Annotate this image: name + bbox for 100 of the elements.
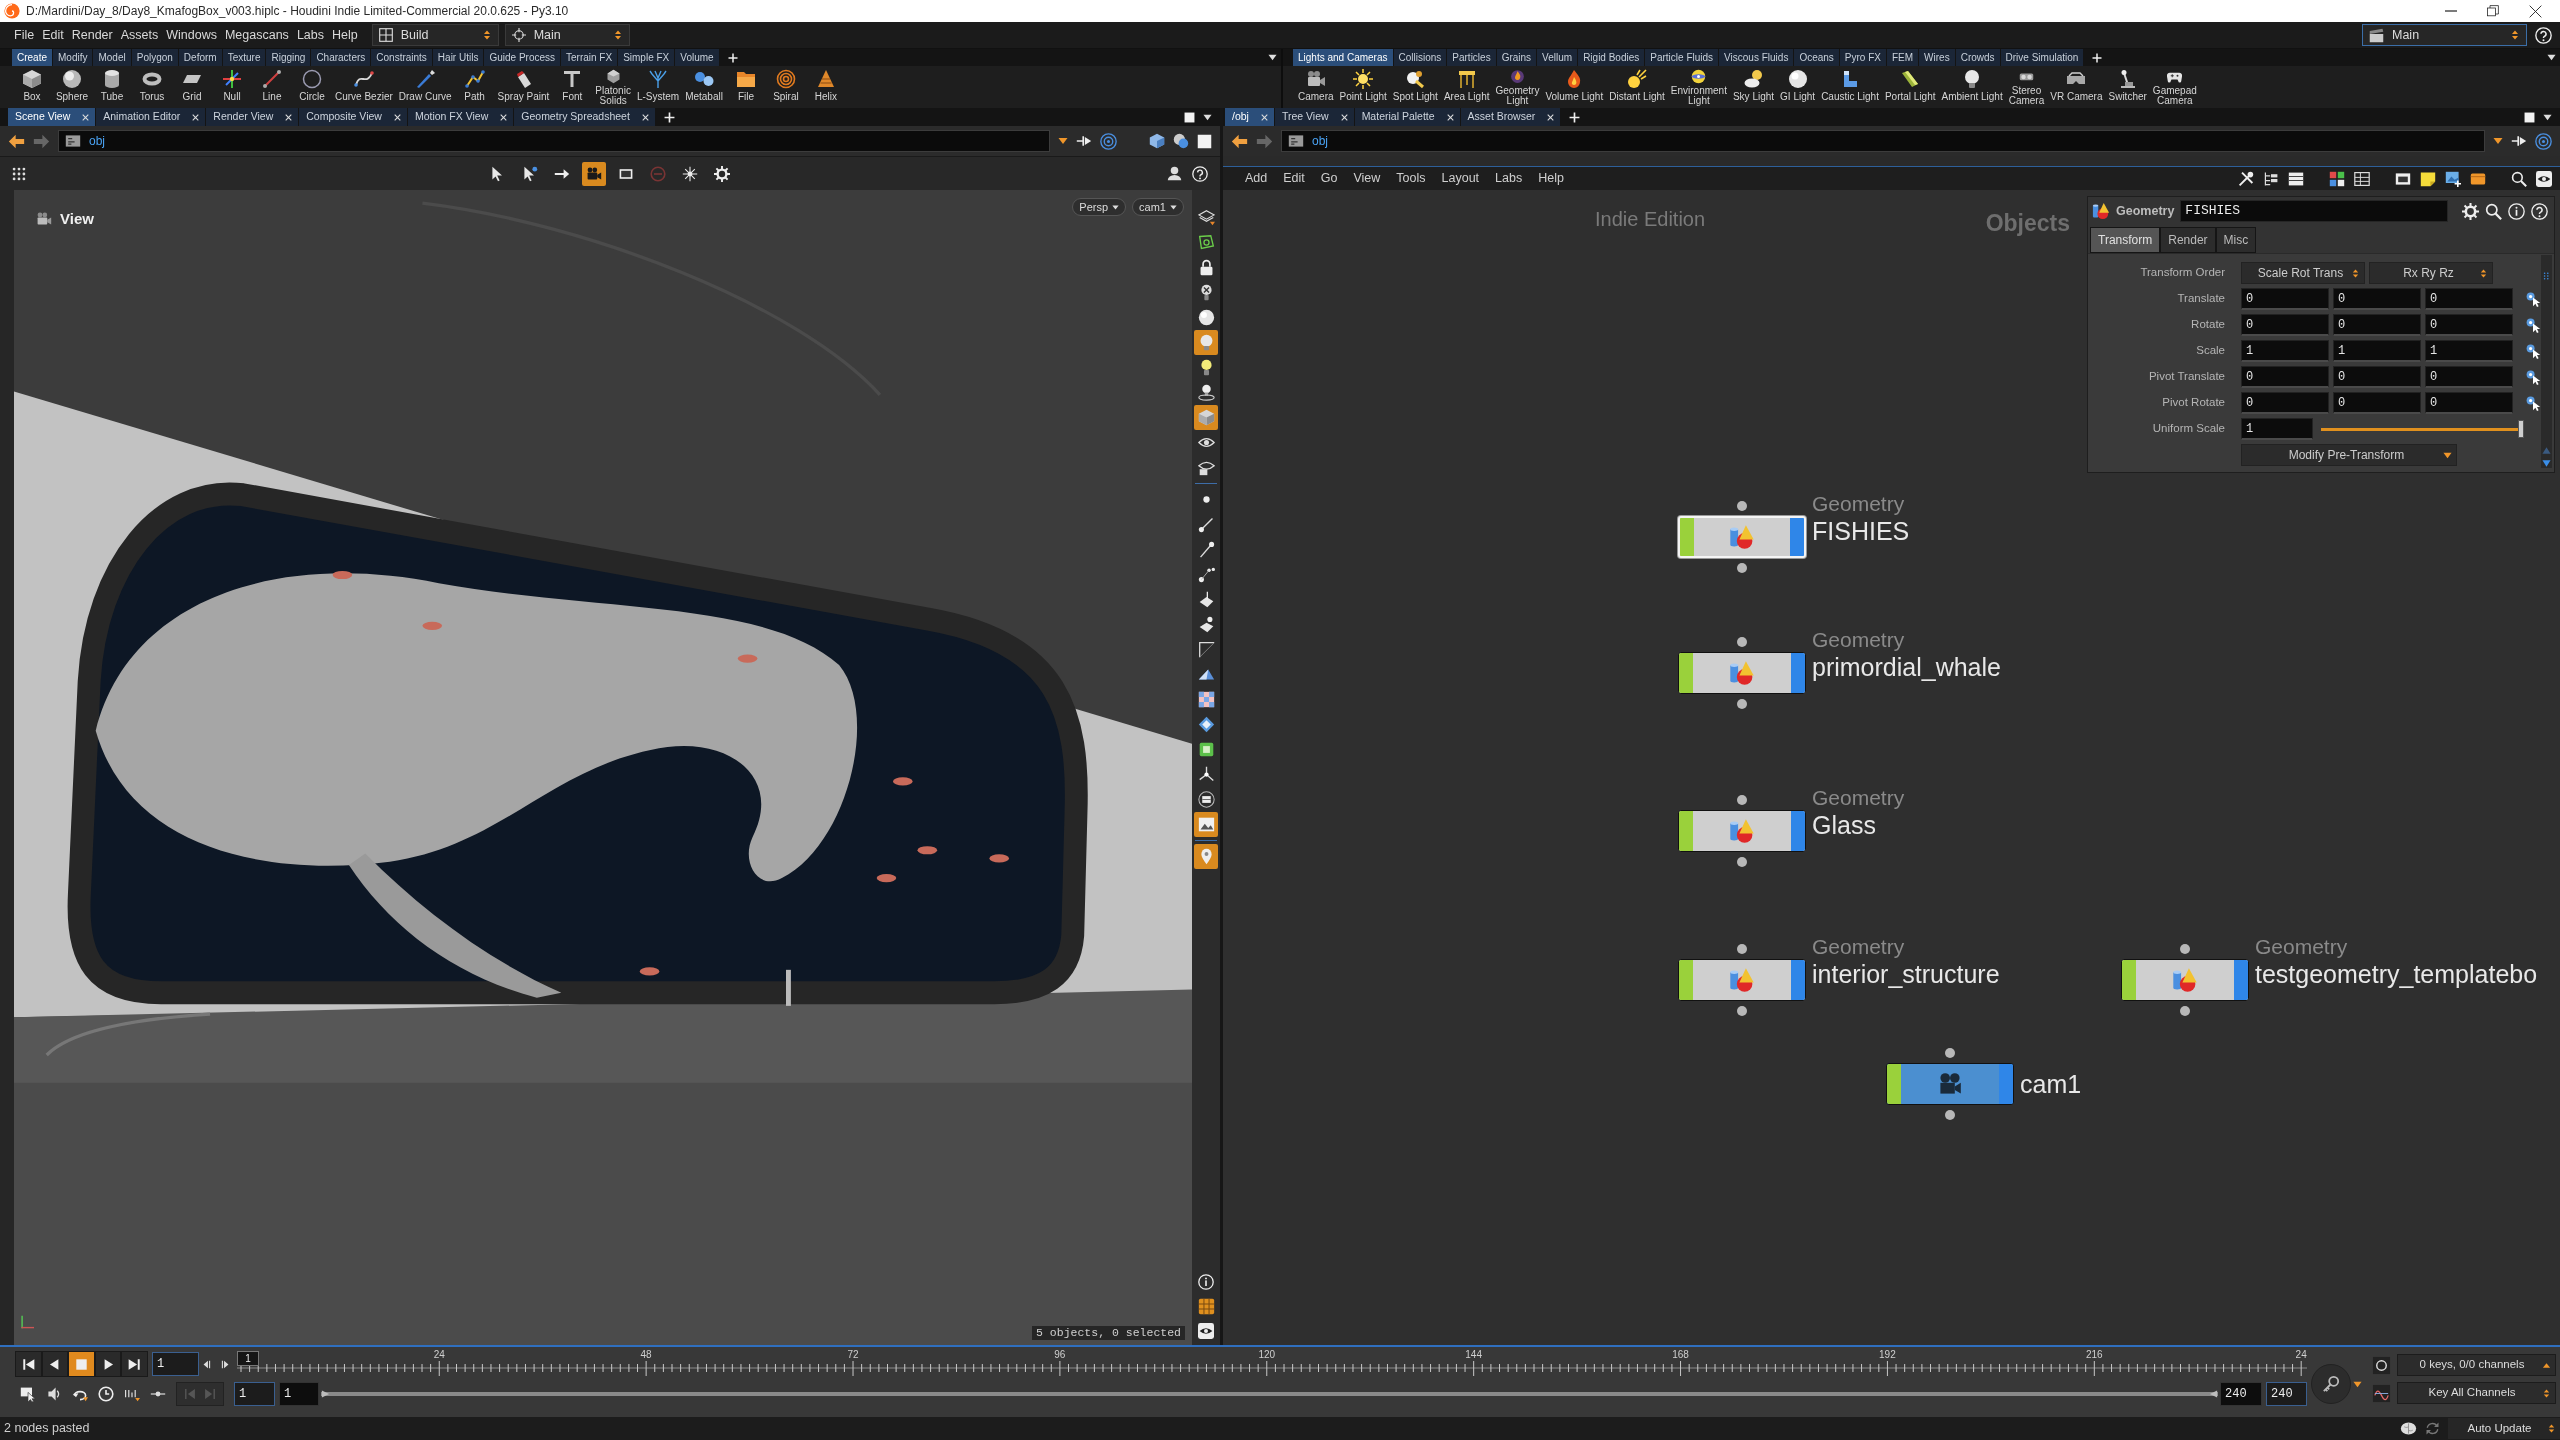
cursor-icon[interactable] <box>2525 317 2541 333</box>
shelf-tab[interactable]: Deform <box>178 49 222 66</box>
output-connector[interactable] <box>1945 1110 1955 1120</box>
close-icon[interactable] <box>2529 4 2542 18</box>
input-connector[interactable] <box>1945 1048 1955 1058</box>
output-connector[interactable] <box>2180 1006 2190 1016</box>
refresh-icon[interactable] <box>2425 1421 2440 1436</box>
cube-icon[interactable] <box>1149 133 1165 149</box>
cursor-icon[interactable] <box>2525 369 2541 385</box>
caret-icon[interactable] <box>2493 136 2503 146</box>
parameter-field[interactable]: 0 <box>2241 392 2329 414</box>
menu-item[interactable]: Edit <box>38 25 68 45</box>
plus-icon[interactable] <box>727 52 738 63</box>
parameter-field[interactable]: 0 <box>2241 314 2329 336</box>
node-name-field[interactable]: FISHIES <box>2180 200 2448 222</box>
shelf-tab[interactable]: Particles <box>1447 49 1496 66</box>
parameter-field[interactable]: 0 <box>2333 392 2421 414</box>
shelf-tool[interactable]: Gamepad Camera <box>2149 69 2200 105</box>
shelf-tool[interactable]: Portal Light <box>1881 69 1939 102</box>
help-icon[interactable] <box>2535 26 2552 44</box>
info-icon[interactable] <box>1198 1274 1214 1290</box>
range-handle[interactable] <box>321 1388 330 1400</box>
parameter-field[interactable]: 0 <box>2333 366 2421 388</box>
shelf-tab[interactable]: Characters <box>311 49 371 66</box>
square-icon[interactable] <box>1197 133 1212 149</box>
playback-button[interactable] <box>41 1351 69 1377</box>
shelf-tool[interactable]: Point Light <box>1336 69 1390 102</box>
shelf-tab[interactable]: Texture <box>222 49 266 66</box>
shelf-tab[interactable]: Modify <box>53 49 93 66</box>
parameter-field[interactable]: 1 <box>2241 418 2313 440</box>
plus-icon[interactable] <box>663 111 675 123</box>
cursor-icon[interactable] <box>2525 395 2541 411</box>
caret-icon[interactable] <box>1268 53 1277 62</box>
cursor-icon[interactable] <box>2525 343 2541 359</box>
pane-tab[interactable]: Composite View <box>299 108 407 126</box>
shelf-tab[interactable]: Create <box>12 49 52 66</box>
shelf-tab[interactable]: Viscous Fluids <box>1719 49 1794 66</box>
speaker-icon[interactable] <box>46 1386 62 1402</box>
output-connector[interactable] <box>1737 857 1747 867</box>
timeline-ruler[interactable]: 1 24 48 72 96 120 144 168 192 216 24 <box>236 1351 2307 1377</box>
key-mode-dropdown[interactable]: Key All Channels <box>2397 1382 2556 1404</box>
layout-dropdown[interactable]: Main <box>504 24 630 46</box>
shelf-tab[interactable]: Polygon <box>131 49 178 66</box>
layout-dropdown[interactable]: Main <box>2362 24 2527 46</box>
grid-icon[interactable] <box>1197 1298 1215 1315</box>
target-icon[interactable] <box>1100 132 1117 150</box>
node-flag[interactable] <box>2122 960 2136 1000</box>
path-field[interactable]: obj <box>58 130 1050 152</box>
camera-menu[interactable]: cam1 <box>1132 198 1184 216</box>
parameter-field[interactable]: 0 <box>2425 392 2513 414</box>
eye-icon[interactable] <box>2536 170 2552 187</box>
playback-button[interactable] <box>15 1351 42 1377</box>
shelf-tool[interactable]: Null <box>212 69 252 102</box>
network-node[interactable] <box>2121 959 2249 1001</box>
forward-icon[interactable] <box>33 132 50 150</box>
parameter-field[interactable]: 1 <box>2241 340 2329 362</box>
pane-tab[interactable]: /obj <box>1225 108 1274 126</box>
parameter-field[interactable]: 0 <box>2241 288 2329 310</box>
search-icon[interactable] <box>2511 170 2527 187</box>
node-flag[interactable] <box>1680 518 1694 556</box>
output-connector[interactable] <box>1737 699 1747 709</box>
input-connector[interactable] <box>1737 501 1747 511</box>
shelf-tool[interactable]: Grid <box>172 69 212 102</box>
desktop-dropdown[interactable]: Build <box>371 24 499 46</box>
shelf-tool[interactable]: Sky Light <box>1729 69 1778 102</box>
square-icon[interactable] <box>1184 111 1195 123</box>
shelf-tool[interactable]: Caustic Light <box>1818 69 1882 102</box>
shelf-tab[interactable]: Simple FX <box>618 49 675 66</box>
curve-graph-icon[interactable] <box>2372 1383 2391 1403</box>
shelf-tool[interactable]: Platonic Solids <box>592 69 634 105</box>
menu-item[interactable]: File <box>10 25 39 45</box>
shelf-tab[interactable]: Drive Simulation <box>2000 49 2084 66</box>
image-add-icon[interactable] <box>2445 170 2461 187</box>
tree-list-icon[interactable] <box>2263 170 2279 187</box>
box-icon[interactable] <box>2470 170 2486 187</box>
table-icon[interactable] <box>2354 170 2370 187</box>
menu-item[interactable]: Tools <box>1388 169 1434 188</box>
parameter-field[interactable]: 0 <box>2333 288 2421 310</box>
shelf-tool[interactable]: Tube <box>92 69 132 102</box>
parameter-menu[interactable]: Rx Ry Rz <box>2369 262 2493 284</box>
shelf-tab[interactable]: FEM <box>1887 49 1919 66</box>
parameter-tab[interactable]: Render <box>2160 227 2216 253</box>
parameter-tab[interactable]: Misc <box>2215 227 2257 253</box>
node-flag[interactable] <box>1679 811 1693 851</box>
menu-item[interactable]: Help <box>1530 169 1572 188</box>
shelf-tab[interactable]: Pyro FX <box>1839 49 1886 66</box>
shelf-tool[interactable]: Font <box>552 69 593 102</box>
shelf-tab[interactable]: Terrain FX <box>561 49 618 66</box>
shelf-tab[interactable]: Rigging <box>266 49 311 66</box>
shelf-tab[interactable]: Oceans <box>1794 49 1839 66</box>
back-icon[interactable] <box>1231 132 1248 150</box>
arrow-bar-icon[interactable] <box>1076 133 1092 149</box>
pane-tab[interactable]: Motion FX View <box>407 108 514 126</box>
input-connector[interactable] <box>1737 944 1747 954</box>
shelf-tool[interactable]: Area Light <box>1440 69 1493 102</box>
toolbar-button[interactable] <box>582 161 606 186</box>
menu-item[interactable]: Labs <box>1487 169 1531 188</box>
parameter-field[interactable]: 0 <box>2425 314 2513 336</box>
shelf-tab[interactable]: Model <box>93 49 131 66</box>
shelf-tab[interactable]: Volume <box>675 49 719 66</box>
